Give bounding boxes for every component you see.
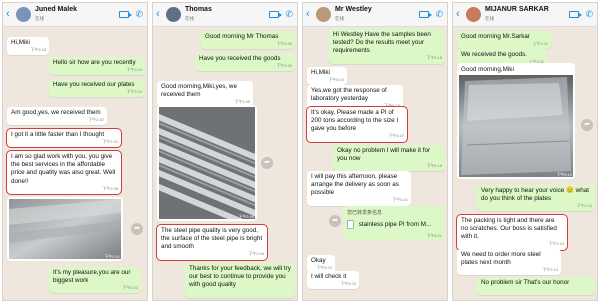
avatar[interactable] [16, 7, 31, 22]
forward-icon[interactable]: ➦ [131, 223, 143, 235]
contact-status: 在线 [485, 16, 494, 21]
chat-panel-thomas: ‹ Thomas 在线 ✆ Good morning Mr Thomas 下午2… [152, 2, 298, 301]
back-icon[interactable]: ‹ [6, 7, 10, 21]
message-bubble[interactable]: We need to order more steel plates next … [457, 249, 561, 276]
contact-name[interactable]: MIJANUR SARKAR [485, 6, 549, 13]
steel-plate-photo [9, 199, 121, 259]
message-bubble[interactable]: Hi Westley Have the samples been tested?… [329, 29, 445, 64]
forward-icon[interactable]: ➦ [329, 215, 341, 227]
contact-name[interactable]: Juned Malek [35, 6, 77, 13]
message-bubble[interactable]: Hello sir how are you recently 下午2:24 [49, 57, 145, 76]
phone-icon[interactable]: ✆ [585, 9, 593, 19]
chat-header: ‹ Mr Westley 在线 ✆ [303, 3, 447, 27]
message-bubble[interactable]: No problem sir That's our honor [477, 277, 595, 296]
message-bubble[interactable]: Hi,Miki 下午5:15 [307, 67, 347, 86]
video-call-icon[interactable] [569, 11, 582, 18]
avatar[interactable] [466, 7, 481, 22]
message-bubble[interactable]: Very happy to hear your voice 😊 what do … [477, 185, 595, 212]
message-bubble[interactable]: Am good,yes, we received them 下午2:32 [7, 107, 107, 126]
message-bubble-highlighted[interactable]: The steel pipe quality is very good, the… [156, 224, 268, 261]
image-message[interactable]: 下午2:46 [153, 105, 271, 236]
back-icon[interactable]: ‹ [156, 7, 160, 21]
document-icon [347, 220, 354, 229]
forward-icon[interactable]: ➦ [261, 157, 273, 169]
steel-sheets-photo [459, 75, 573, 177]
avatar[interactable] [166, 7, 181, 22]
message-bubble[interactable]: Okay no problem I will make it for you n… [333, 145, 445, 172]
chat-panel-juned: ‹ Juned Malek 在线 ✆ Hi,Miki 下午2:18 Hello … [2, 2, 148, 301]
phone-icon[interactable]: ✆ [435, 9, 443, 19]
message-bubble[interactable]: I will check it 下午6:23 [307, 271, 359, 290]
message-bubble[interactable]: It's my pleasure,you are our biggest wor… [49, 267, 141, 294]
back-icon[interactable]: ‹ [456, 7, 460, 21]
phone-icon[interactable]: ✆ [135, 9, 143, 19]
chat-panel-mijanur: ‹ MIJANUR SARKAR 在线 ✆ Good morning Mr.Sa… [452, 2, 598, 301]
steel-pipes-photo [153, 107, 271, 236]
chat-header: ‹ MIJANUR SARKAR 在线 ✆ [453, 3, 597, 27]
video-call-icon[interactable] [119, 11, 132, 18]
screenshot-collage: ‹ Juned Malek 在线 ✆ Hi,Miki 下午2:18 Hello … [0, 0, 600, 303]
message-bubble[interactable]: Good morning,Miki,yes, we received them … [157, 81, 253, 108]
message-bubble-highlighted[interactable]: I got it a little faster than I thought … [6, 127, 122, 149]
message-bubble[interactable]: Good morning Mr Thomas 下午2:35 [201, 31, 295, 50]
phone-icon[interactable]: ✆ [285, 9, 293, 19]
message-bubble-highlighted[interactable]: It's okay, Please made a PI of 200 tons … [306, 106, 408, 143]
message-bubble[interactable]: I will pay this afternoon, please arrang… [307, 171, 411, 206]
chat-header: ‹ Thomas 在线 ✆ [153, 3, 297, 27]
contact-status: 在线 [335, 16, 344, 21]
message-bubble[interactable]: Have you received the goods 下午2:35 [195, 53, 295, 72]
message-bubble[interactable]: Have you received our plates 下午2:24 [49, 79, 145, 98]
image-message[interactable]: 下午2:41 [7, 197, 123, 261]
chat-panel-westley: ‹ Mr Westley 在线 ✆ Hi Westley Have the sa… [302, 2, 448, 301]
contact-name[interactable]: Thomas [185, 6, 212, 13]
video-call-icon[interactable] [419, 11, 432, 18]
video-call-icon[interactable] [269, 11, 282, 18]
message-bubble[interactable]: Hi,Miki 下午2:18 [7, 37, 49, 56]
message-bubble[interactable]: Thanks for your feedback, we will try ou… [185, 263, 295, 298]
chat-header: ‹ Juned Malek 在线 ✆ [3, 3, 147, 27]
contact-status: 在线 [185, 16, 194, 21]
message-bubble-highlighted[interactable]: I am so glad work with you, you give the… [6, 150, 122, 195]
message-bubble-highlighted[interactable]: The packing is tight and there are no sc… [456, 214, 568, 251]
message-bubble[interactable]: Good morning Mr.Sarkar 上午2:11 [457, 31, 551, 50]
file-message[interactable]: 您已转发条信息 stainless pipe PI from M... 下午6:… [343, 206, 445, 240]
contact-status: 在线 [35, 16, 44, 21]
back-icon[interactable]: ‹ [306, 7, 310, 21]
avatar[interactable] [316, 7, 331, 22]
forward-icon[interactable]: ➦ [581, 119, 593, 131]
contact-name[interactable]: Mr Westley [335, 6, 372, 13]
image-message[interactable]: Good morning,Miki 下午2:12 [457, 63, 575, 179]
